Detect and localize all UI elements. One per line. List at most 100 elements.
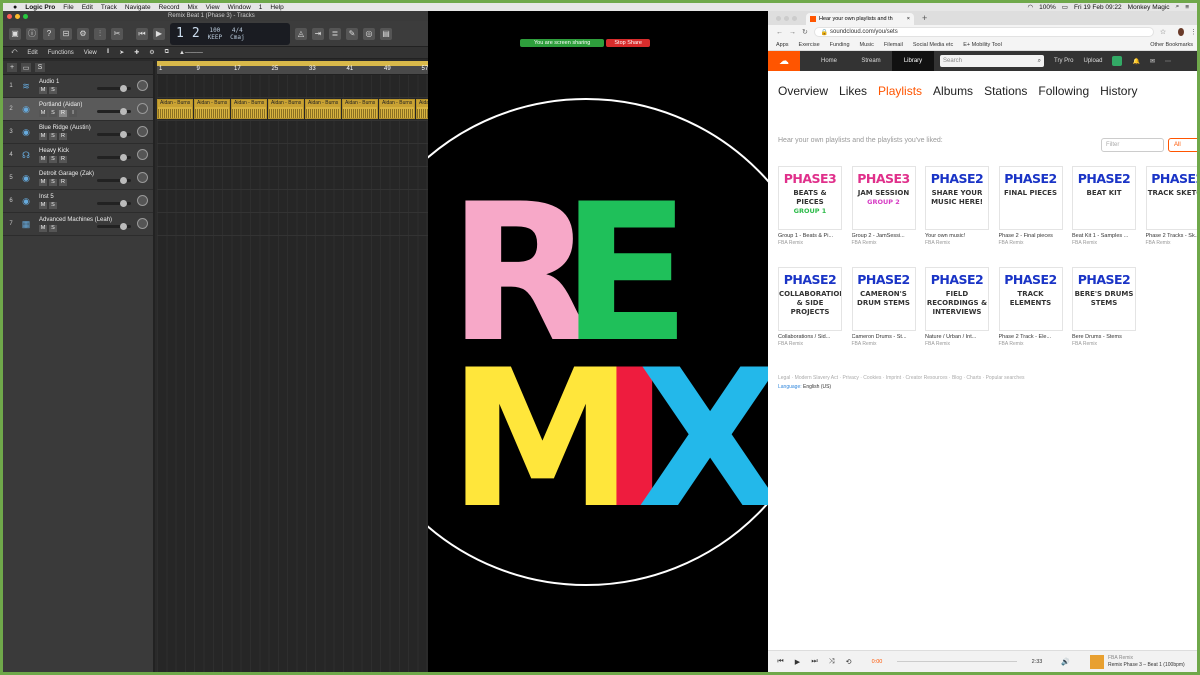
- functions-menu[interactable]: Functions: [48, 50, 74, 56]
- playlist-card[interactable]: PHASE2 TRACK ELEMENTS Phase 2 Track - Ele.…: [998, 267, 1063, 347]
- pan-knob[interactable]: [137, 103, 148, 114]
- user-name[interactable]: Monkey Magic: [1128, 4, 1170, 11]
- playlist-title[interactable]: Collaborations / Sid...: [778, 334, 842, 340]
- toolbar-icon[interactable]: ⊟: [60, 27, 72, 40]
- mixer-icon[interactable]: ⫶: [94, 27, 106, 40]
- metronome-icon[interactable]: ◬: [295, 27, 307, 40]
- menu-file[interactable]: File: [63, 4, 73, 11]
- bookmark-apps[interactable]: Apps: [776, 42, 789, 48]
- browser-close-icon[interactable]: [776, 15, 781, 21]
- mute-button[interactable]: M: [39, 132, 47, 140]
- audio-region[interactable]: Aidan - Burns: [231, 99, 267, 119]
- track-name[interactable]: Detroit Garage (Zak): [39, 171, 109, 177]
- fader-knob[interactable]: [120, 154, 127, 161]
- track-name[interactable]: Heavy Kick: [39, 148, 109, 154]
- prev-icon[interactable]: ⏮: [772, 658, 789, 666]
- playlist-title[interactable]: Beat Kit 1 - Samples ...: [1072, 233, 1136, 239]
- solo-button[interactable]: S: [49, 132, 57, 140]
- playlist-artwork[interactable]: PHASE2 COLLABORATIONS & SIDE PROJECTS: [778, 267, 842, 331]
- count-in-icon[interactable]: ⇥: [312, 27, 324, 40]
- track-header[interactable]: 6 ◉ Inst 5MS: [3, 190, 153, 213]
- browser-icon[interactable]: ▤: [380, 27, 392, 40]
- track-lane[interactable]: [157, 75, 428, 98]
- bookmark-filemail[interactable]: Filemail: [884, 42, 903, 48]
- bookmark-mobility-tool[interactable]: E+ Mobility Tool: [963, 42, 1002, 48]
- playlist-user[interactable]: FBA Remix: [1146, 240, 1198, 246]
- playlist-user[interactable]: FBA Remix: [925, 240, 989, 246]
- playlist-user[interactable]: FBA Remix: [778, 341, 842, 347]
- tab-following[interactable]: Following: [1038, 84, 1089, 105]
- fader-knob[interactable]: [120, 223, 127, 230]
- playlist-card[interactable]: PHASE2 FINAL PIECES Phase 2 - Final pieces…: [998, 166, 1063, 246]
- bar-ruler[interactable]: 1 9 17 25 33 41 49 57: [157, 61, 428, 75]
- playlist-title[interactable]: Nature / Urban / Int...: [925, 334, 989, 340]
- playlist-artwork[interactable]: PHASE2 BEAT KIT: [1072, 166, 1136, 230]
- tab-close-icon[interactable]: ×: [907, 16, 910, 22]
- lcd-display[interactable]: 1 2 100 KEEP 4/4 Cmaj: [170, 22, 290, 45]
- track-header[interactable]: 2 ◉ Portland (Aidan) M S R I: [3, 98, 153, 121]
- tab-stations[interactable]: Stations: [984, 84, 1027, 105]
- volume-fader[interactable]: [97, 177, 131, 184]
- solo-button[interactable]: S: [49, 155, 57, 163]
- sc-search-input[interactable]: Search ⌕: [940, 55, 1044, 67]
- playlist-artwork[interactable]: PHASE2 TRACK SKETCH: [1145, 166, 1197, 230]
- playlist-user[interactable]: FBA Remix: [852, 341, 916, 347]
- volume-fader[interactable]: [97, 223, 131, 230]
- battery-icon[interactable]: ▭: [1062, 3, 1068, 11]
- playlist-title[interactable]: Group 1 - Beats & Pi...: [778, 233, 842, 239]
- track-name[interactable]: Blue Ridge (Austin): [39, 125, 109, 131]
- pan-knob[interactable]: [137, 218, 148, 229]
- url-field[interactable]: 🔒 soundcloud.com/you/sets: [813, 27, 1154, 37]
- fader-knob[interactable]: [120, 108, 127, 115]
- solo-button[interactable]: S: [49, 109, 57, 117]
- fader-knob[interactable]: [120, 177, 127, 184]
- tab-playlists[interactable]: Playlists: [878, 84, 922, 105]
- profile-avatar[interactable]: [1178, 28, 1184, 36]
- new-tab-icon[interactable]: +: [922, 13, 927, 23]
- mute-button[interactable]: M: [39, 201, 47, 209]
- bookmark-funding[interactable]: Funding: [830, 42, 850, 48]
- now-playing-artwork[interactable]: [1090, 654, 1104, 669]
- solo-button[interactable]: S: [49, 86, 57, 94]
- menu-view[interactable]: View: [206, 4, 220, 11]
- audio-region[interactable]: Aidan - Burns: [157, 99, 193, 119]
- library-icon[interactable]: ▣: [9, 27, 21, 40]
- mute-button[interactable]: M: [39, 109, 47, 117]
- minimize-icon[interactable]: [15, 13, 20, 19]
- play-icon[interactable]: ▶: [153, 27, 165, 40]
- language-value[interactable]: English (US): [803, 384, 831, 390]
- playlist-card[interactable]: PHASE2 FIELD RECORDINGS & INTERVIEWS Natur…: [925, 267, 989, 347]
- fader-knob[interactable]: [120, 85, 127, 92]
- track-lane[interactable]: [157, 144, 428, 167]
- playlist-artwork[interactable]: PHASE2 FINAL PIECES: [998, 166, 1063, 230]
- menu-help[interactable]: Help: [270, 4, 283, 11]
- zoom-icon[interactable]: [23, 13, 28, 19]
- zoom-slider-icon[interactable]: ▲———: [179, 50, 203, 56]
- list-editors-icon[interactable]: ≣: [329, 27, 341, 40]
- playlist-artwork[interactable]: PHASE2 TRACK ELEMENTS: [998, 267, 1063, 331]
- tab-albums[interactable]: Albums: [933, 84, 973, 105]
- track-header[interactable]: 4 ☊ Heavy Kick M S R: [3, 144, 153, 167]
- menu-app-name[interactable]: Logic Pro: [25, 4, 55, 11]
- record-enable-button[interactable]: R: [59, 178, 67, 186]
- track-lane[interactable]: [157, 167, 428, 190]
- track-header[interactable]: 5 ◉ Detroit Garage (Zak) M S R: [3, 167, 153, 190]
- smart-controls-icon[interactable]: ⚙: [77, 27, 89, 40]
- menu-1[interactable]: 1: [259, 4, 263, 11]
- edit-menu[interactable]: Edit: [27, 50, 37, 56]
- browser-zoom-icon[interactable]: [792, 15, 797, 21]
- browser-minimize-icon[interactable]: [784, 15, 789, 21]
- playlist-user[interactable]: FBA Remix: [925, 341, 989, 347]
- menu-window[interactable]: Window: [228, 4, 251, 11]
- footer-links[interactable]: Legal · Modern Slavery Act · Privacy · C…: [778, 375, 1024, 381]
- apple-menu-icon[interactable]: ●: [13, 4, 17, 11]
- track-lane[interactable]: [157, 121, 428, 144]
- playlist-title[interactable]: Phase 2 - Final pieces: [999, 233, 1063, 239]
- track-lane[interactable]: [157, 213, 428, 236]
- track-lane[interactable]: Aidan - Burns Aidan - Burns Aidan - Burns A…: [157, 98, 428, 121]
- playlist-user[interactable]: FBA Remix: [852, 240, 916, 246]
- record-enable-button[interactable]: R: [59, 109, 67, 117]
- audio-region[interactable]: Aidan - Burns: [268, 99, 304, 119]
- try-pro-link[interactable]: Try Pro: [1054, 58, 1073, 64]
- next-icon[interactable]: ⏭: [806, 658, 823, 666]
